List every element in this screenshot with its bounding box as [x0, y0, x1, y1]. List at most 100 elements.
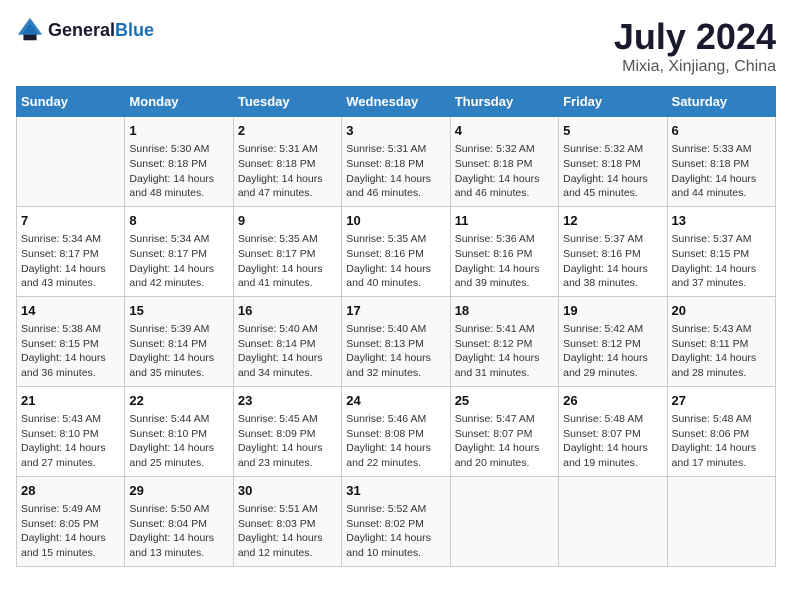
day-info: Sunrise: 5:45 AMSunset: 8:09 PMDaylight:… [238, 412, 337, 471]
day-number: 15 [129, 302, 228, 320]
calendar-cell: 9 Sunrise: 5:35 AMSunset: 8:17 PMDaylight… [233, 206, 341, 296]
day-info: Sunrise: 5:49 AMSunset: 8:05 PMDaylight:… [21, 502, 120, 561]
header-cell-thursday: Thursday [450, 87, 558, 117]
week-row-4: 21Sunrise: 5:43 AMSunset: 8:10 PMDayligh… [17, 386, 776, 476]
calendar-cell: 2 Sunrise: 5:31 AMSunset: 8:18 PMDaylight… [233, 117, 341, 207]
calendar-cell: 13 Sunrise: 5:37 AMSunset: 8:15 PMDayligh… [667, 206, 775, 296]
calendar-cell: 12 Sunrise: 5:37 AMSunset: 8:16 PMDayligh… [559, 206, 667, 296]
logo-blue: Blue [115, 20, 154, 40]
day-number: 27 [672, 392, 771, 410]
calendar-cell: 17 Sunrise: 5:40 AMSunset: 8:13 PMDayligh… [342, 296, 450, 386]
calendar-cell: 28 Sunrise: 5:49 AMSunset: 8:05 PMDayligh… [17, 476, 125, 566]
calendar-cell: 29 Sunrise: 5:50 AMSunset: 8:04 PMDayligh… [125, 476, 233, 566]
day-number: 11 [455, 212, 554, 230]
day-number: 16 [238, 302, 337, 320]
logo: GeneralBlue [16, 16, 154, 44]
header: GeneralBlue July 2024 Mixia, Xinjiang, C… [16, 16, 776, 76]
day-number: 21 [21, 392, 120, 410]
day-number: 5 [563, 122, 662, 140]
day-number: 10 [346, 212, 445, 230]
week-row-2: 7 Sunrise: 5:34 AMSunset: 8:17 PMDaylight… [17, 206, 776, 296]
day-number: 12 [563, 212, 662, 230]
day-info: Sunrise: 5:31 AMSunset: 8:18 PMDaylight:… [238, 142, 337, 201]
calendar-cell: 6 Sunrise: 5:33 AMSunset: 8:18 PMDaylight… [667, 117, 775, 207]
day-number: 18 [455, 302, 554, 320]
day-info: Sunrise: 5:31 AMSunset: 8:18 PMDaylight:… [346, 142, 445, 201]
day-info: Sunrise: 5:37 AMSunset: 8:16 PMDaylight:… [563, 232, 662, 291]
header-cell-tuesday: Tuesday [233, 87, 341, 117]
title-area: July 2024 Mixia, Xinjiang, China [614, 16, 776, 76]
day-info: Sunrise: 5:30 AMSunset: 8:18 PMDaylight:… [129, 142, 228, 201]
day-number: 7 [21, 212, 120, 230]
day-info: Sunrise: 5:35 AMSunset: 8:17 PMDaylight:… [238, 232, 337, 291]
calendar-cell: 16 Sunrise: 5:40 AMSunset: 8:14 PMDayligh… [233, 296, 341, 386]
day-info: Sunrise: 5:37 AMSunset: 8:15 PMDaylight:… [672, 232, 771, 291]
day-info: Sunrise: 5:44 AMSunset: 8:10 PMDaylight:… [129, 412, 228, 471]
day-info: Sunrise: 5:39 AMSunset: 8:14 PMDaylight:… [129, 322, 228, 381]
day-number: 8 [129, 212, 228, 230]
day-number: 25 [455, 392, 554, 410]
month-title: July 2024 [614, 16, 776, 58]
day-number: 14 [21, 302, 120, 320]
day-info: Sunrise: 5:36 AMSunset: 8:16 PMDaylight:… [455, 232, 554, 291]
header-cell-saturday: Saturday [667, 87, 775, 117]
calendar-cell: 30Sunrise: 5:51 AMSunset: 8:03 PMDayligh… [233, 476, 341, 566]
calendar-cell: 25 Sunrise: 5:47 AMSunset: 8:07 PMDayligh… [450, 386, 558, 476]
calendar-cell: 21Sunrise: 5:43 AMSunset: 8:10 PMDayligh… [17, 386, 125, 476]
header-row: SundayMondayTuesdayWednesdayThursdayFrid… [17, 87, 776, 117]
calendar-cell: 15 Sunrise: 5:39 AMSunset: 8:14 PMDayligh… [125, 296, 233, 386]
calendar-cell [450, 476, 558, 566]
day-info: Sunrise: 5:34 AMSunset: 8:17 PMDaylight:… [21, 232, 120, 291]
day-number: 6 [672, 122, 771, 140]
day-info: Sunrise: 5:50 AMSunset: 8:04 PMDaylight:… [129, 502, 228, 561]
calendar-cell: 31 Sunrise: 5:52 AMSunset: 8:02 PMDayligh… [342, 476, 450, 566]
calendar-cell: 24Sunrise: 5:46 AMSunset: 8:08 PMDayligh… [342, 386, 450, 476]
day-number: 31 [346, 482, 445, 500]
day-info: Sunrise: 5:42 AMSunset: 8:12 PMDaylight:… [563, 322, 662, 381]
calendar-cell: 1 Sunrise: 5:30 AMSunset: 8:18 PMDaylight… [125, 117, 233, 207]
calendar-cell: 11 Sunrise: 5:36 AMSunset: 8:16 PMDayligh… [450, 206, 558, 296]
calendar-cell: 4 Sunrise: 5:32 AMSunset: 8:18 PMDaylight… [450, 117, 558, 207]
day-info: Sunrise: 5:43 AMSunset: 8:11 PMDaylight:… [672, 322, 771, 381]
day-info: Sunrise: 5:52 AMSunset: 8:02 PMDaylight:… [346, 502, 445, 561]
day-number: 22 [129, 392, 228, 410]
calendar-cell: 23 Sunrise: 5:45 AMSunset: 8:09 PMDayligh… [233, 386, 341, 476]
day-info: Sunrise: 5:32 AMSunset: 8:18 PMDaylight:… [455, 142, 554, 201]
day-number: 2 [238, 122, 337, 140]
calendar-cell: 26Sunrise: 5:48 AMSunset: 8:07 PMDayligh… [559, 386, 667, 476]
day-number: 13 [672, 212, 771, 230]
calendar-cell: 19Sunrise: 5:42 AMSunset: 8:12 PMDayligh… [559, 296, 667, 386]
calendar-cell: 14 Sunrise: 5:38 AMSunset: 8:15 PMDayligh… [17, 296, 125, 386]
day-info: Sunrise: 5:40 AMSunset: 8:14 PMDaylight:… [238, 322, 337, 381]
day-info: Sunrise: 5:40 AMSunset: 8:13 PMDaylight:… [346, 322, 445, 381]
day-info: Sunrise: 5:38 AMSunset: 8:15 PMDaylight:… [21, 322, 120, 381]
calendar-cell: 5Sunrise: 5:32 AMSunset: 8:18 PMDaylight… [559, 117, 667, 207]
calendar-cell: 3 Sunrise: 5:31 AMSunset: 8:18 PMDaylight… [342, 117, 450, 207]
day-number: 17 [346, 302, 445, 320]
day-number: 9 [238, 212, 337, 230]
day-number: 24 [346, 392, 445, 410]
day-info: Sunrise: 5:47 AMSunset: 8:07 PMDaylight:… [455, 412, 554, 471]
calendar-cell: 20 Sunrise: 5:43 AMSunset: 8:11 PMDayligh… [667, 296, 775, 386]
day-number: 20 [672, 302, 771, 320]
day-number: 4 [455, 122, 554, 140]
day-number: 3 [346, 122, 445, 140]
calendar-cell: 8Sunrise: 5:34 AMSunset: 8:17 PMDaylight… [125, 206, 233, 296]
day-number: 29 [129, 482, 228, 500]
day-number: 23 [238, 392, 337, 410]
day-number: 30 [238, 482, 337, 500]
day-info: Sunrise: 5:33 AMSunset: 8:18 PMDaylight:… [672, 142, 771, 201]
calendar-cell: 22 Sunrise: 5:44 AMSunset: 8:10 PMDayligh… [125, 386, 233, 476]
day-info: Sunrise: 5:35 AMSunset: 8:16 PMDaylight:… [346, 232, 445, 291]
day-info: Sunrise: 5:41 AMSunset: 8:12 PMDaylight:… [455, 322, 554, 381]
week-row-1: 1 Sunrise: 5:30 AMSunset: 8:18 PMDaylight… [17, 117, 776, 207]
week-row-3: 14 Sunrise: 5:38 AMSunset: 8:15 PMDayligh… [17, 296, 776, 386]
header-cell-wednesday: Wednesday [342, 87, 450, 117]
day-number: 1 [129, 122, 228, 140]
day-number: 28 [21, 482, 120, 500]
week-row-5: 28 Sunrise: 5:49 AMSunset: 8:05 PMDayligh… [17, 476, 776, 566]
calendar-cell: 27Sunrise: 5:48 AMSunset: 8:06 PMDayligh… [667, 386, 775, 476]
header-cell-monday: Monday [125, 87, 233, 117]
calendar-cell [17, 117, 125, 207]
day-info: Sunrise: 5:48 AMSunset: 8:07 PMDaylight:… [563, 412, 662, 471]
